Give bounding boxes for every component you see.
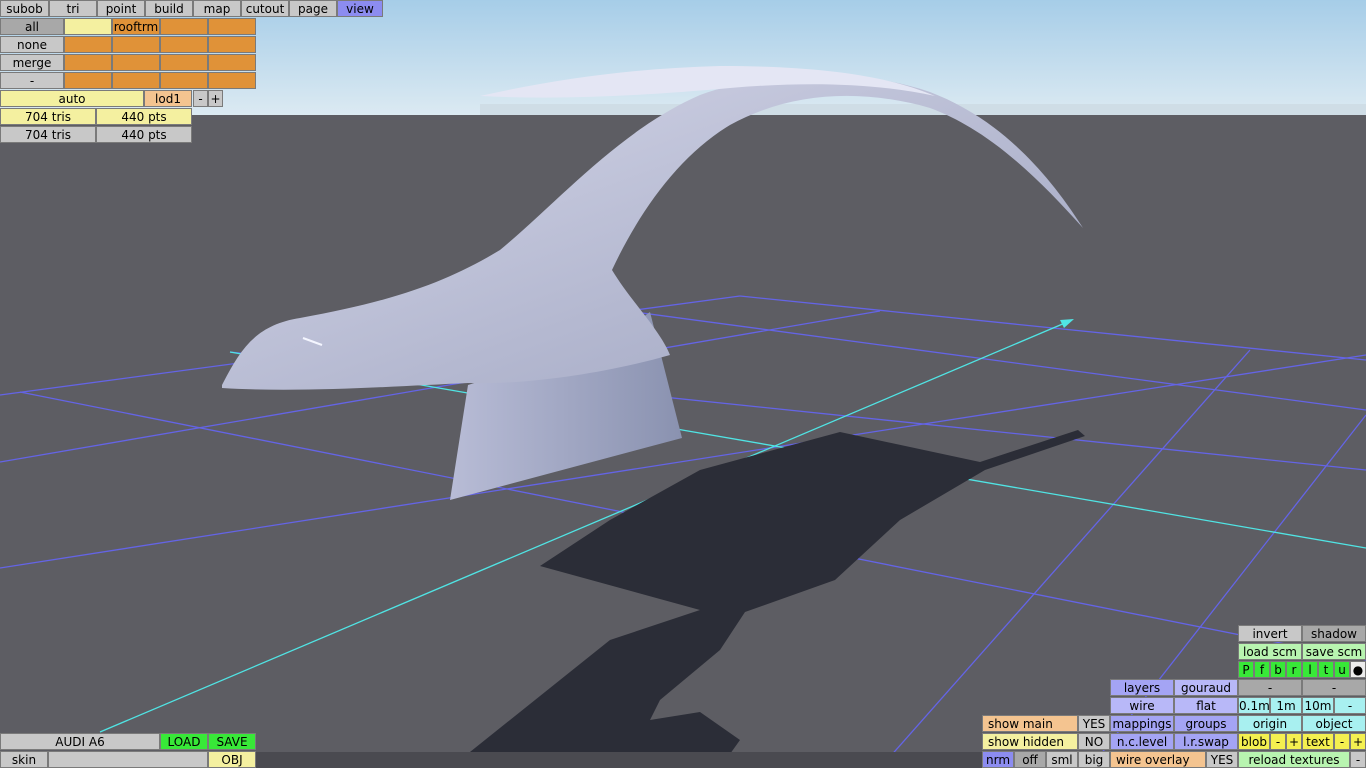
- view-right-button[interactable]: r: [1286, 661, 1302, 678]
- gouraud-button[interactable]: gouraud: [1174, 679, 1238, 696]
- view-front-button[interactable]: f: [1254, 661, 1270, 678]
- nc-level-button[interactable]: n.c.level: [1110, 733, 1174, 750]
- menu-view[interactable]: view: [337, 0, 383, 17]
- layer-cell[interactable]: [64, 36, 112, 53]
- show-main-toggle[interactable]: YES: [1078, 715, 1110, 732]
- blob-minus-button[interactable]: -: [1270, 733, 1286, 750]
- layer-cell[interactable]: [64, 18, 112, 35]
- skin-label: skin: [0, 751, 48, 768]
- show-hidden-label: show hidden: [982, 733, 1078, 750]
- groups-button[interactable]: groups: [1174, 715, 1238, 732]
- grid-0.1m-button[interactable]: 0.1m: [1238, 697, 1270, 714]
- lr-swap-button[interactable]: l.r.swap: [1174, 733, 1238, 750]
- lod-plus-button[interactable]: +: [208, 90, 223, 107]
- layer-none-button[interactable]: none: [0, 36, 64, 53]
- grid-10m-button[interactable]: 10m: [1302, 697, 1334, 714]
- text-minus-button[interactable]: -: [1334, 733, 1350, 750]
- size-off-button[interactable]: off: [1014, 751, 1046, 768]
- stats-tris: 704 tris: [0, 108, 96, 125]
- grid-1m-button[interactable]: 1m: [1270, 697, 1302, 714]
- dash-button-2[interactable]: -: [1302, 679, 1366, 696]
- grid-dash-button[interactable]: -: [1334, 697, 1366, 714]
- text-plus-button[interactable]: +: [1350, 733, 1366, 750]
- layer-cell[interactable]: [160, 72, 208, 89]
- layer-merge-button[interactable]: merge: [0, 54, 64, 71]
- view-left-button[interactable]: l: [1302, 661, 1318, 678]
- view-top-button[interactable]: t: [1318, 661, 1334, 678]
- layer-cell[interactable]: [208, 72, 256, 89]
- menu-point[interactable]: point: [97, 0, 145, 17]
- view-under-button[interactable]: u: [1334, 661, 1350, 678]
- lod-level-label[interactable]: lod1: [144, 90, 192, 107]
- flat-button[interactable]: flat: [1174, 697, 1238, 714]
- layer-cell[interactable]: [160, 54, 208, 71]
- size-big-button[interactable]: big: [1078, 751, 1110, 768]
- layer-cell[interactable]: [112, 54, 160, 71]
- size-sml-button[interactable]: sml: [1046, 751, 1078, 768]
- menu-build[interactable]: build: [145, 0, 193, 17]
- wire-overlay-toggle[interactable]: YES: [1206, 751, 1238, 768]
- blob-label: blob: [1238, 733, 1270, 750]
- status-strip: [256, 752, 982, 768]
- skin-field[interactable]: [48, 751, 208, 768]
- view-back-button[interactable]: b: [1270, 661, 1286, 678]
- layer-cell[interactable]: [64, 54, 112, 71]
- layer-cell[interactable]: [208, 36, 256, 53]
- obj-button[interactable]: OBJ: [208, 751, 256, 768]
- save-button[interactable]: SAVE: [208, 733, 256, 750]
- layer-cell[interactable]: [160, 18, 208, 35]
- origin-button[interactable]: origin: [1238, 715, 1302, 732]
- layer-cell[interactable]: [112, 36, 160, 53]
- save-scm-button[interactable]: save scm: [1302, 643, 1366, 660]
- view-perspective-button[interactable]: P: [1238, 661, 1254, 678]
- stats-pts-total: 440 pts: [96, 126, 192, 143]
- menu-map[interactable]: map: [193, 0, 241, 17]
- text-label: text: [1302, 733, 1334, 750]
- layer-cell[interactable]: [112, 72, 160, 89]
- stats-pts: 440 pts: [96, 108, 192, 125]
- shadow-button[interactable]: shadow: [1302, 625, 1366, 642]
- lod-auto-button[interactable]: auto: [0, 90, 144, 107]
- show-main-label: show main: [982, 715, 1078, 732]
- load-button[interactable]: LOAD: [160, 733, 208, 750]
- layer-cell-rooftrm[interactable]: rooftrm: [112, 18, 160, 35]
- menu-cutout[interactable]: cutout: [241, 0, 289, 17]
- layer-all-button[interactable]: all: [0, 18, 64, 35]
- file-name-field[interactable]: AUDI A6: [0, 733, 160, 750]
- layer-cell[interactable]: [208, 18, 256, 35]
- layer-cell[interactable]: [64, 72, 112, 89]
- menu-subob[interactable]: subob: [0, 0, 49, 17]
- lod-minus-button[interactable]: -: [193, 90, 208, 107]
- 3d-viewport[interactable]: [0, 0, 1366, 768]
- mappings-button[interactable]: mappings: [1110, 715, 1174, 732]
- size-nrm-button[interactable]: nrm: [982, 751, 1014, 768]
- load-scm-button[interactable]: load scm: [1238, 643, 1302, 660]
- dash-button-1[interactable]: -: [1238, 679, 1302, 696]
- layer-cell[interactable]: [160, 36, 208, 53]
- invert-button[interactable]: invert: [1238, 625, 1302, 642]
- reload-textures-button[interactable]: reload textures: [1238, 751, 1350, 768]
- layer-cell[interactable]: [208, 54, 256, 71]
- layers-button[interactable]: layers: [1110, 679, 1174, 696]
- wire-button[interactable]: wire: [1110, 697, 1174, 714]
- layer-dash-button[interactable]: -: [0, 72, 64, 89]
- menu-page[interactable]: page: [289, 0, 337, 17]
- reload-dash-button[interactable]: -: [1350, 751, 1366, 768]
- wire-overlay-label: wire overlay: [1110, 751, 1206, 768]
- menu-tri[interactable]: tri: [49, 0, 97, 17]
- show-hidden-toggle[interactable]: NO: [1078, 733, 1110, 750]
- blob-plus-button[interactable]: +: [1286, 733, 1302, 750]
- view-dot-button[interactable]: ●: [1350, 661, 1366, 678]
- stats-tris-total: 704 tris: [0, 126, 96, 143]
- object-button[interactable]: object: [1302, 715, 1366, 732]
